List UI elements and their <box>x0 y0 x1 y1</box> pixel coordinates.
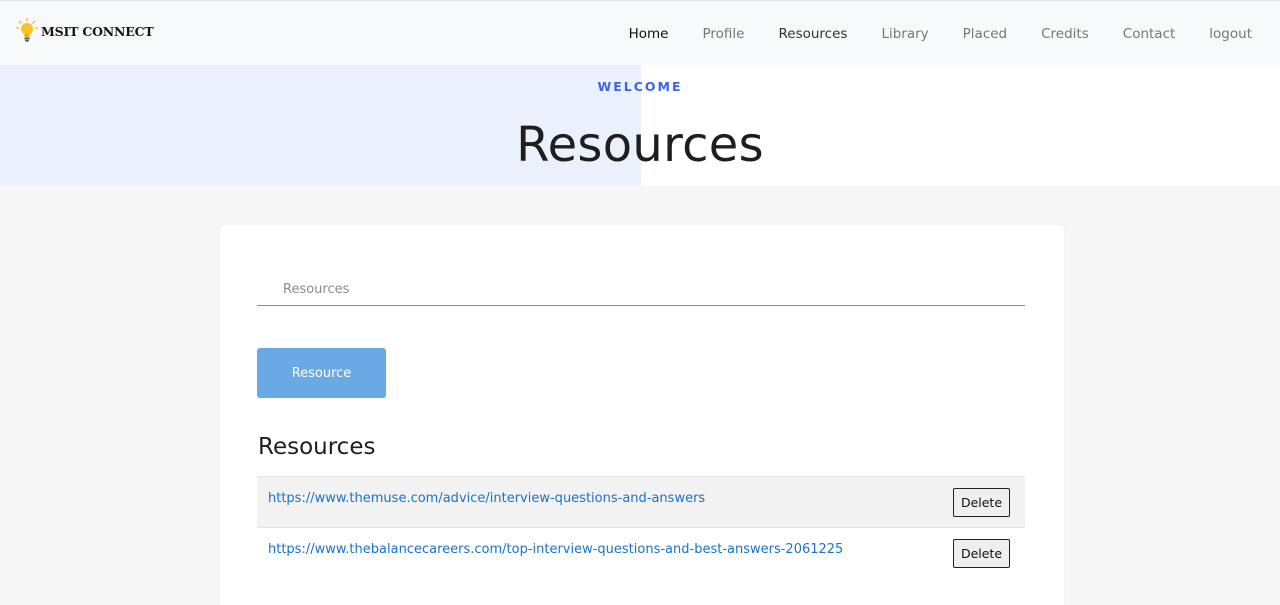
lightbulb-icon <box>16 18 38 42</box>
delete-button[interactable]: Delete <box>953 488 1010 517</box>
delete-button[interactable]: Delete <box>953 539 1010 568</box>
resource-input-wrapper <box>257 273 1025 306</box>
nav-logout[interactable]: logout <box>1209 26 1252 42</box>
hero-banner: WELCOME Resources <box>0 65 1280 186</box>
nav-home[interactable]: Home <box>629 26 669 42</box>
nav-resources[interactable]: Resources <box>778 26 847 42</box>
resources-card: Resource Resources https://www.themuse.c… <box>220 225 1064 605</box>
resources-list-heading: Resources <box>258 434 376 460</box>
nav-placed[interactable]: Placed <box>963 26 1007 42</box>
resource-link[interactable]: https://www.thebalancecareers.com/top-in… <box>268 542 843 557</box>
top-navbar: MSIT CONNECT Home Profile Resources Libr… <box>0 0 1280 65</box>
nav-library[interactable]: Library <box>881 26 928 42</box>
page-title: Resources <box>516 117 764 173</box>
resource-link[interactable]: https://www.themuse.com/advice/interview… <box>268 491 705 506</box>
nav-credits[interactable]: Credits <box>1041 26 1089 42</box>
nav-profile[interactable]: Profile <box>703 26 745 42</box>
nav-contact[interactable]: Contact <box>1123 26 1176 42</box>
brand-link[interactable]: MSIT CONNECT <box>16 18 154 44</box>
main-nav: Home Profile Resources Library Placed Cr… <box>595 1 1252 66</box>
brand-name: MSIT CONNECT <box>41 23 154 39</box>
resource-input[interactable] <box>257 273 1025 305</box>
hero-eyebrow: WELCOME <box>597 79 683 94</box>
table-row: https://www.thebalancecareers.com/top-in… <box>257 527 1025 578</box>
table-row: https://www.themuse.com/advice/interview… <box>257 476 1025 527</box>
resources-table: https://www.themuse.com/advice/interview… <box>257 476 1025 578</box>
add-resource-button[interactable]: Resource <box>257 348 386 398</box>
